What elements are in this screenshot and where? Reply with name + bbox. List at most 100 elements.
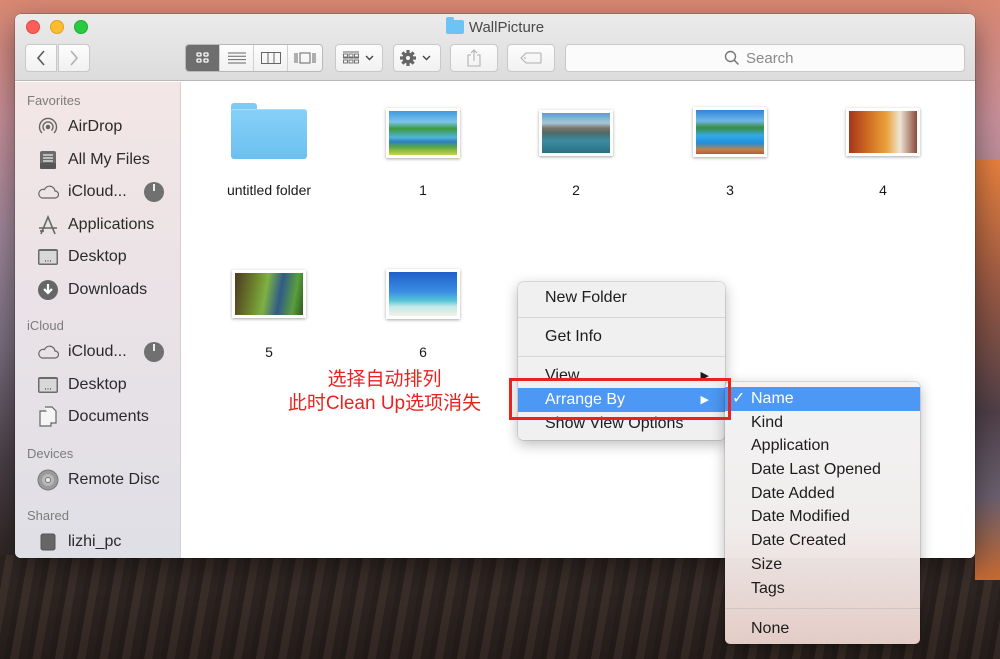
menu-item-get-info[interactable]: Get Info xyxy=(518,325,725,349)
folder-icon xyxy=(445,17,464,34)
search-icon xyxy=(724,50,740,66)
submenu-item-label: Name xyxy=(751,390,794,407)
image-thumbnail xyxy=(386,269,460,319)
view-mode-segmented-control xyxy=(185,44,323,72)
submenu-item-none[interactable]: None xyxy=(725,617,920,641)
file-item-image[interactable]: 6 xyxy=(363,244,483,384)
cloud-icon xyxy=(37,341,59,363)
sidebar-item-label: iCloud... xyxy=(68,343,127,361)
list-icon xyxy=(227,52,246,64)
coverflow-view-button[interactable] xyxy=(288,45,322,71)
menu-separator xyxy=(518,317,725,318)
disc-icon xyxy=(37,469,59,491)
sidebar-item-label: Downloads xyxy=(68,280,148,298)
sync-progress-icon xyxy=(144,342,164,362)
menu-item-new-folder[interactable]: New Folder xyxy=(518,286,725,310)
checkmark-icon: ✓ xyxy=(732,390,746,407)
annotation-line-1: 选择自动排列 xyxy=(327,369,442,390)
arrange-button[interactable] xyxy=(335,44,383,72)
tag-icon xyxy=(520,52,542,64)
sidebar-item-label: lizhi_pc xyxy=(68,533,122,551)
sidebar-item-icloud-drive[interactable]: iCloud... xyxy=(15,176,180,209)
sidebar-item-desktop[interactable]: Desktop xyxy=(15,241,180,274)
desktop-icon xyxy=(37,246,59,268)
back-button[interactable] xyxy=(25,44,57,72)
sidebar-item-label: Applications xyxy=(68,215,155,233)
arrange-icon xyxy=(343,51,374,64)
file-name: 5 xyxy=(265,344,273,360)
sidebar-section-favorites: Favorites xyxy=(27,93,81,108)
folder-icon xyxy=(231,103,307,159)
file-name: 2 xyxy=(572,182,580,198)
file-item-image[interactable]: 2 xyxy=(516,82,636,222)
icon-view-button[interactable] xyxy=(186,45,220,71)
submenu-arrow-icon: ▶ xyxy=(700,370,709,382)
columns-icon xyxy=(260,52,281,64)
sidebar-item-airdrop[interactable]: AirDrop xyxy=(15,111,180,144)
file-item-image[interactable]: 1 xyxy=(363,82,483,222)
submenu-item-date-created[interactable]: Date Created xyxy=(725,529,920,553)
sidebar-item-applications[interactable]: Applications xyxy=(15,209,180,242)
share-icon xyxy=(467,49,481,67)
submenu-item-application[interactable]: Application xyxy=(725,434,920,458)
titlebar: WallPicture xyxy=(15,14,975,81)
grid-icon xyxy=(195,52,209,63)
file-name: 3 xyxy=(726,182,734,198)
column-view-button[interactable] xyxy=(254,45,288,71)
submenu-item-date-last-opened[interactable]: Date Last Opened xyxy=(725,458,920,482)
sidebar-item-downloads[interactable]: Downloads xyxy=(15,274,180,307)
chevron-right-icon xyxy=(70,50,79,66)
computer-icon xyxy=(37,531,59,553)
submenu-item-kind[interactable]: Kind xyxy=(725,411,920,435)
coverflow-icon xyxy=(294,52,316,64)
file-item-image[interactable]: 4 xyxy=(823,82,943,222)
sync-progress-icon xyxy=(144,182,164,202)
sidebar-item-documents[interactable]: Documents xyxy=(15,401,180,434)
file-item-image[interactable]: 3 xyxy=(670,82,790,222)
list-view-button[interactable] xyxy=(220,45,254,71)
submenu-arrow-icon: ▶ xyxy=(700,394,709,406)
share-button[interactable] xyxy=(450,44,498,72)
sidebar-section-devices: Devices xyxy=(27,445,74,461)
window-title-text: WallPicture xyxy=(468,19,545,36)
applications-icon xyxy=(37,214,59,236)
file-name: untitled folder xyxy=(226,182,312,198)
annotation-line-2: 此时Clean Up选项消失 xyxy=(287,393,482,414)
sidebar-item-all-my-files[interactable]: All My Files xyxy=(15,144,180,177)
sidebar-item-shared-computer[interactable]: lizhi_pc xyxy=(15,526,180,558)
menu-item-show-view-options[interactable]: Show View Options xyxy=(518,412,725,436)
menu-item-arrange-by[interactable]: Arrange By ▶ xyxy=(518,388,725,412)
file-name: 1 xyxy=(419,182,427,198)
chevron-left-icon xyxy=(36,50,45,66)
desktop-icon xyxy=(37,374,59,396)
menu-separator xyxy=(518,356,725,357)
sidebar-item-label: AirDrop xyxy=(68,118,123,136)
image-thumbnail xyxy=(386,108,460,158)
file-item-image[interactable]: 5 xyxy=(209,244,329,384)
sidebar-item-icloud-desktop[interactable]: Desktop xyxy=(15,369,180,402)
sidebar-item-label: iCloud... xyxy=(68,183,127,201)
sidebar-section-shared: Shared xyxy=(27,508,69,523)
image-thumbnail xyxy=(232,270,306,318)
submenu-item-size[interactable]: Size xyxy=(725,553,920,577)
search-input[interactable] xyxy=(746,49,806,67)
sidebar-item-label: All My Files xyxy=(68,150,150,168)
submenu-item-date-added[interactable]: Date Added xyxy=(725,482,920,506)
documents-icon xyxy=(37,406,59,428)
forward-button[interactable] xyxy=(58,44,90,72)
submenu-item-name[interactable]: ✓ Name xyxy=(725,387,920,411)
sidebar-item-remote-disc[interactable]: Remote Disc xyxy=(15,464,180,497)
image-thumbnail xyxy=(693,107,767,157)
search-field[interactable] xyxy=(565,44,965,72)
menu-item-label: View xyxy=(545,367,580,384)
sidebar-item-icloud-drive-2[interactable]: iCloud... xyxy=(15,336,180,369)
submenu-item-tags[interactable]: Tags xyxy=(725,577,920,601)
tag-button[interactable] xyxy=(507,44,555,72)
menu-item-label: Arrange By xyxy=(545,391,626,408)
window-title: WallPicture xyxy=(15,17,975,38)
file-item-folder[interactable]: untitled folder xyxy=(209,82,329,222)
desktop-wallpaper-peak xyxy=(975,160,1000,580)
menu-item-view[interactable]: View ▶ xyxy=(518,364,725,388)
submenu-item-date-modified[interactable]: Date Modified xyxy=(725,505,920,529)
action-button[interactable] xyxy=(393,44,441,72)
